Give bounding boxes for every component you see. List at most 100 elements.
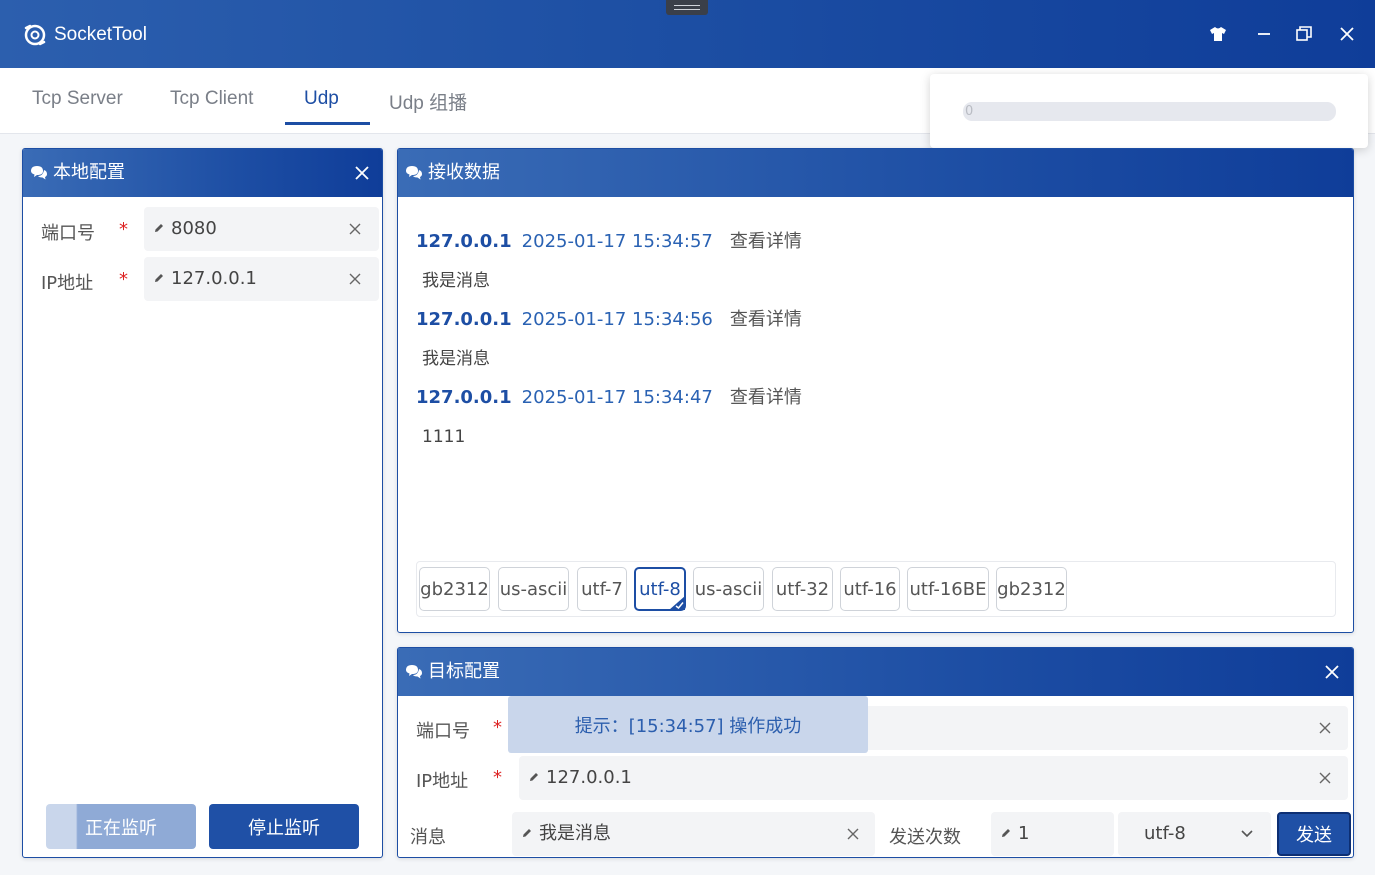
tab-tcp-server[interactable]: Tcp Server <box>32 88 123 110</box>
ip-label: IP地址 <box>41 273 94 294</box>
progress-text: 0 <box>965 104 974 119</box>
pencil-icon <box>155 224 163 232</box>
local-port-input[interactable]: 8080 <box>144 207 379 251</box>
clear-icon <box>1319 772 1331 784</box>
clear-target-ip-button[interactable] <box>1315 768 1335 788</box>
target-ip-value: 127.0.0.1 <box>546 767 632 788</box>
message-value: 我是消息 <box>539 823 611 844</box>
required-mark: * <box>119 219 128 240</box>
local-ip-value: 127.0.0.1 <box>171 268 257 289</box>
encoding-option[interactable]: us-ascii <box>693 567 764 611</box>
skin-button[interactable] <box>1206 22 1230 46</box>
message-body: 1111 <box>422 427 466 447</box>
chevron-down-icon <box>1241 830 1253 838</box>
close-icon <box>1340 27 1354 41</box>
local-port-value: 8080 <box>171 218 217 239</box>
minimize-icon <box>1258 33 1270 35</box>
message-label: 消息 <box>410 827 446 848</box>
required-mark: * <box>493 767 502 788</box>
message-time: 2025-01-17 15:34:47 <box>521 387 713 408</box>
message-header: 127.0.0.1 2025-01-17 15:34:57 查看详情 <box>416 230 802 254</box>
pencil-icon <box>530 773 538 781</box>
panel-title: 目标配置 <box>428 661 500 682</box>
clear-ip-button[interactable] <box>345 269 365 289</box>
encoding-option-selected[interactable]: utf-8 <box>634 567 686 611</box>
chat-icon <box>406 665 422 679</box>
receive-data-panel: 接收数据 127.0.0.1 2025-01-17 15:34:57 查看详情 我是… <box>397 148 1354 633</box>
target-ip-label: IP地址 <box>416 771 469 792</box>
clear-icon <box>349 273 361 285</box>
view-detail-link[interactable]: 查看详情 <box>730 309 802 330</box>
message-time: 2025-01-17 15:34:56 <box>521 309 713 330</box>
encoding-select-value: utf-8 <box>1144 823 1186 844</box>
send-count-label: 发送次数 <box>889 827 961 848</box>
encoding-option[interactable]: utf-7 <box>577 567 627 611</box>
pencil-icon <box>523 829 531 837</box>
tab-udp[interactable]: Udp <box>304 88 339 110</box>
clear-icon <box>1319 722 1331 734</box>
local-ip-input[interactable]: 127.0.0.1 <box>144 257 379 301</box>
view-detail-link[interactable]: 查看详情 <box>730 387 802 408</box>
encoding-selector: gb2312 us-ascii utf-7 utf-8 us-ascii utf… <box>416 561 1336 617</box>
message-body: 我是消息 <box>422 271 490 291</box>
app-logo-icon <box>24 24 46 46</box>
title-bar: SocketTool <box>0 0 1375 68</box>
listening-button[interactable]: 正在监听 <box>46 804 196 849</box>
panel-title: 接收数据 <box>428 162 500 183</box>
message-ip: 127.0.0.1 <box>416 231 512 252</box>
tshirt-icon <box>1210 27 1226 41</box>
tab-udp-multicast[interactable]: Udp 组播 <box>389 88 467 115</box>
message-header: 127.0.0.1 2025-01-17 15:34:47 查看详情 <box>416 386 802 410</box>
target-config-close-button[interactable] <box>1320 660 1344 684</box>
local-config-header: 本地配置 <box>23 149 382 197</box>
local-config-close-button[interactable] <box>350 161 374 185</box>
send-button[interactable]: 发送 <box>1277 812 1351 856</box>
view-detail-link[interactable]: 查看详情 <box>730 231 802 252</box>
restore-button[interactable] <box>1292 22 1316 46</box>
message-body: 我是消息 <box>422 349 490 369</box>
clear-message-button[interactable] <box>843 824 863 844</box>
receive-data-header: 接收数据 <box>398 149 1353 197</box>
send-count-value: 1 <box>1018 823 1030 844</box>
target-ip-input[interactable]: 127.0.0.1 <box>519 756 1348 800</box>
close-window-button[interactable] <box>1335 22 1359 46</box>
send-count-input[interactable]: 1 <box>991 812 1114 856</box>
tab-tcp-client[interactable]: Tcp Client <box>170 88 253 110</box>
pencil-icon <box>1002 829 1010 837</box>
clear-port-button[interactable] <box>345 219 365 239</box>
target-port-label: 端口号 <box>416 721 470 742</box>
toast-notification: 提示：[15:34:57] 操作成功 <box>508 696 868 753</box>
message-time: 2025-01-17 15:34:57 <box>521 231 713 252</box>
pencil-icon <box>155 274 163 282</box>
chat-icon <box>406 166 422 180</box>
progress-bar <box>963 102 1336 121</box>
check-icon <box>669 596 685 610</box>
clear-target-port-button[interactable] <box>1315 718 1335 738</box>
chat-icon <box>31 166 47 180</box>
message-ip: 127.0.0.1 <box>416 309 512 330</box>
stop-listening-button[interactable]: 停止监听 <box>209 804 359 849</box>
active-tab-indicator <box>285 122 370 125</box>
app-title: SocketTool <box>54 24 147 45</box>
clear-icon <box>349 223 361 235</box>
required-mark: * <box>119 269 128 290</box>
encoding-select[interactable]: utf-8 <box>1118 812 1271 856</box>
message-header: 127.0.0.1 2025-01-17 15:34:56 查看详情 <box>416 308 802 332</box>
encoding-option[interactable]: gb2312 <box>996 567 1067 611</box>
minimize-button[interactable] <box>1252 22 1276 46</box>
message-ip: 127.0.0.1 <box>416 387 512 408</box>
close-icon <box>1325 665 1339 679</box>
encoding-option[interactable]: utf-16 <box>840 567 900 611</box>
encoding-option[interactable]: utf-32 <box>772 567 833 611</box>
restore-icon <box>1296 26 1312 41</box>
progress-popup: 0 <box>930 74 1368 148</box>
panel-title: 本地配置 <box>53 162 125 183</box>
local-config-panel: 本地配置 端口号 * 8080 IP地址 * 127.0.0.1 正在监听 停止… <box>22 148 383 858</box>
message-input[interactable]: 我是消息 <box>512 812 875 856</box>
encoding-option[interactable]: gb2312 <box>419 567 490 611</box>
required-mark: * <box>493 717 502 738</box>
target-config-header: 目标配置 <box>398 648 1353 696</box>
encoding-option[interactable]: utf-16BE <box>907 567 989 611</box>
encoding-option[interactable]: us-ascii <box>498 567 569 611</box>
drag-handle[interactable] <box>666 0 708 15</box>
